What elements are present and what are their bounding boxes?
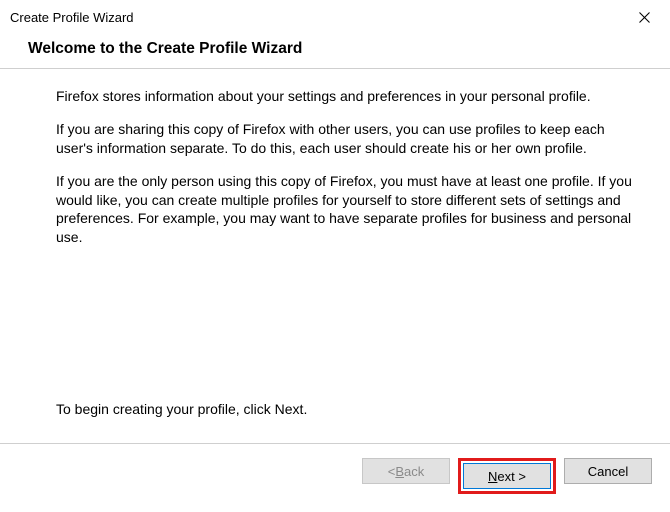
- next-button-rest: ext >: [497, 469, 526, 484]
- intro-paragraph-3: If you are the only person using this co…: [56, 172, 636, 248]
- back-button: < Back: [362, 458, 450, 484]
- intro-paragraph-1: Firefox stores information about your se…: [56, 87, 636, 106]
- wizard-window: Create Profile Wizard Welcome to the Cre…: [0, 0, 670, 512]
- heading-area: Welcome to the Create Profile Wizard: [0, 34, 670, 68]
- begin-instruction: To begin creating your profile, click Ne…: [56, 400, 636, 419]
- cancel-button[interactable]: Cancel: [564, 458, 652, 484]
- window-title: Create Profile Wizard: [10, 10, 134, 25]
- next-button-accesskey: N: [488, 469, 497, 484]
- intro-paragraph-2: If you are sharing this copy of Firefox …: [56, 120, 636, 158]
- button-bar: < Back Next > Cancel: [0, 443, 670, 512]
- titlebar: Create Profile Wizard: [0, 0, 670, 34]
- next-button[interactable]: Next >: [463, 463, 551, 489]
- back-button-accesskey: B: [395, 464, 404, 479]
- close-button[interactable]: [630, 6, 658, 28]
- cancel-button-label: Cancel: [588, 464, 628, 479]
- close-icon: [639, 12, 650, 23]
- next-button-highlight: Next >: [458, 458, 556, 494]
- page-title: Welcome to the Create Profile Wizard: [28, 40, 670, 58]
- content-area: Firefox stores information about your se…: [0, 69, 670, 443]
- back-button-prefix: <: [388, 464, 396, 479]
- back-button-rest: ack: [404, 464, 424, 479]
